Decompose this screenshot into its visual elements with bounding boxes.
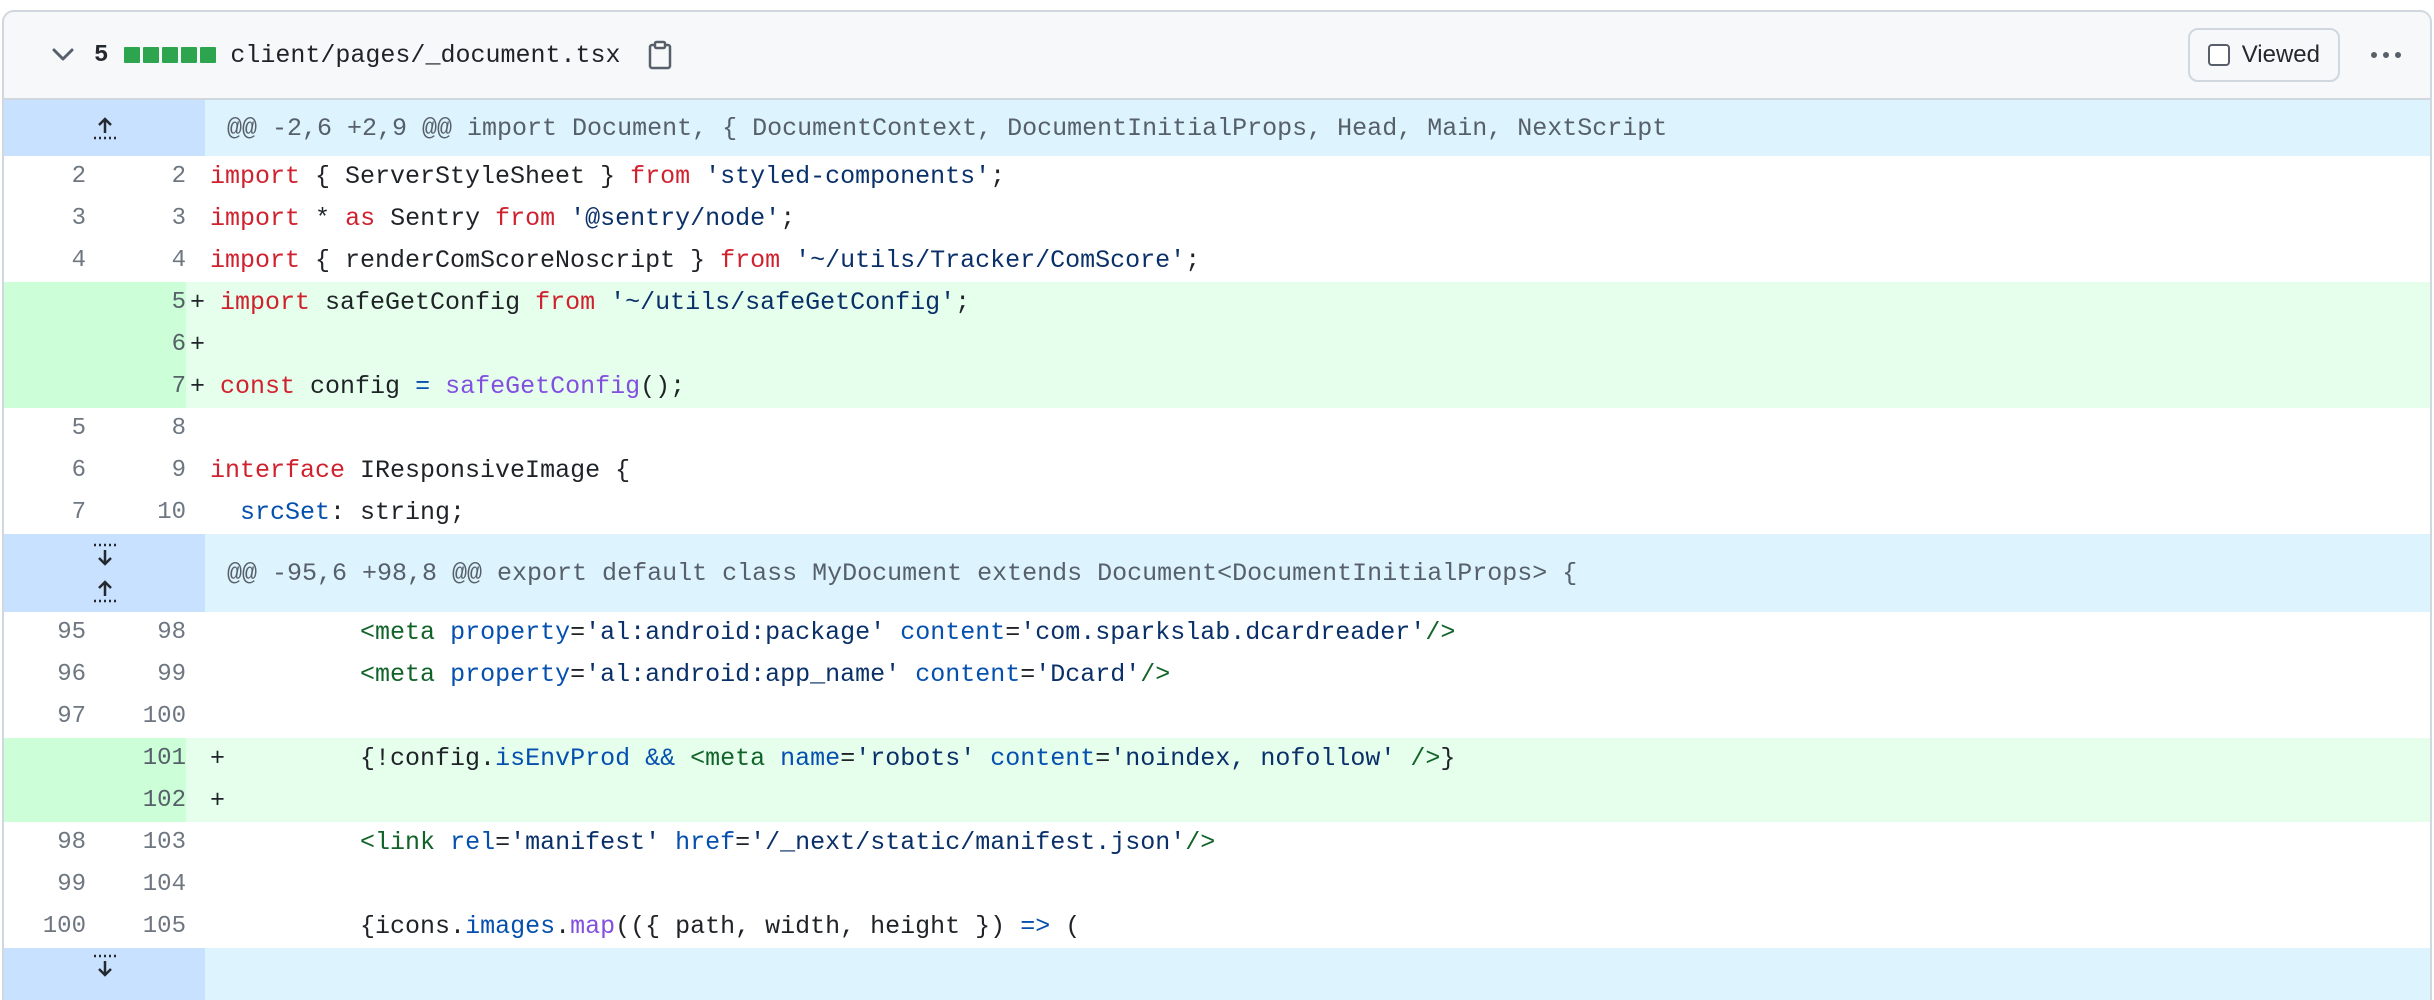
diff-line-added: 5 + import safeGetConfig from '~/utils/s…: [4, 282, 2430, 324]
code-line: import { renderComScoreNoscript } from '…: [210, 246, 1201, 275]
code-line: <meta property='al:android:app_name' con…: [360, 660, 1171, 689]
diff-line: 3 3 import * as Sentry from '@sentry/nod…: [4, 198, 2430, 240]
file-header: 5 client/pages/_document.tsx Viewed: [4, 12, 2430, 100]
diff-line-added: 6 +: [4, 324, 2430, 366]
new-line-number[interactable]: 102: [86, 780, 186, 822]
old-line-number[interactable]: 7: [4, 492, 86, 534]
old-line-number[interactable]: 6: [4, 450, 86, 492]
old-line-number[interactable]: 97: [4, 696, 86, 738]
new-line-number[interactable]: 7: [86, 366, 186, 408]
code-line: +: [190, 330, 206, 359]
code-line: + {!config.isEnvProd && <meta name='robo…: [210, 744, 1456, 773]
hunk-footer-text: [205, 948, 2430, 1000]
diff-file: 5 client/pages/_document.tsx Viewed @@ -…: [2, 10, 2432, 1000]
diff-line: 95 98 <meta property='al:android:package…: [4, 612, 2430, 654]
code-line: +: [210, 786, 226, 815]
new-line-number[interactable]: 101: [86, 738, 186, 780]
expand-up-icon[interactable]: [75, 573, 135, 609]
old-line-number[interactable]: 99: [4, 864, 86, 906]
old-line-number[interactable]: 98: [4, 822, 86, 864]
old-line-number[interactable]: [4, 738, 86, 780]
new-line-number[interactable]: 98: [86, 612, 186, 654]
old-line-number[interactable]: 3: [4, 198, 86, 240]
new-line-number[interactable]: 9: [86, 450, 186, 492]
hunk-header: @@ -95,6 +98,8 @@ export default class M…: [4, 534, 2430, 612]
kebab-icon[interactable]: [2366, 40, 2406, 70]
hunk-footer: [4, 948, 2430, 1000]
new-line-number[interactable]: 3: [86, 198, 186, 240]
old-line-number[interactable]: 2: [4, 156, 86, 198]
diffstat-block: [124, 47, 141, 63]
diffstat-block: [200, 47, 217, 63]
new-line-number[interactable]: 10: [86, 492, 186, 534]
new-line-number[interactable]: 5: [86, 282, 186, 324]
code-line: <meta property='al:android:package' cont…: [360, 618, 1456, 647]
diff-line: 2 2 import { ServerStyleSheet } from 'st…: [4, 156, 2430, 198]
old-line-number[interactable]: [4, 324, 86, 366]
code-line: interface IResponsiveImage {: [210, 456, 631, 485]
old-line-number[interactable]: [4, 780, 86, 822]
expand-up-icon[interactable]: [75, 110, 135, 146]
hunk-header-text: @@ -95,6 +98,8 @@ export default class M…: [205, 534, 2430, 612]
new-line-number[interactable]: 103: [86, 822, 186, 864]
new-line-number[interactable]: 99: [86, 654, 186, 696]
expand-down-icon[interactable]: [75, 537, 135, 573]
code-line: import { ServerStyleSheet } from 'styled…: [210, 162, 1006, 191]
diff-line: 6 9 interface IResponsiveImage {: [4, 450, 2430, 492]
old-line-number[interactable]: [4, 366, 86, 408]
hunk-expander: [4, 948, 205, 1000]
old-line-number[interactable]: [4, 282, 86, 324]
diff-line-added: 101 + {!config.isEnvProd && <meta name='…: [4, 738, 2430, 780]
diff-line: 99 104: [4, 864, 2430, 906]
diffstat-block: [143, 47, 160, 63]
old-line-number[interactable]: 4: [4, 240, 86, 282]
new-line-number[interactable]: 104: [86, 864, 186, 906]
new-line-number[interactable]: 4: [86, 240, 186, 282]
diffstat-count: 5: [94, 41, 109, 69]
old-line-number[interactable]: 95: [4, 612, 86, 654]
clipboard-icon[interactable]: [646, 40, 674, 70]
viewed-toggle[interactable]: Viewed: [2187, 28, 2340, 82]
code-line: {icons.images.map(({ path, width, height…: [360, 912, 1081, 941]
diff-line: 98 103 <link rel='manifest' href='/_next…: [4, 822, 2430, 864]
hunk-expander: [4, 534, 205, 612]
diffstat-block: [181, 47, 198, 63]
hunk-header: @@ -2,6 +2,9 @@ import Document, { Docum…: [4, 100, 2430, 156]
old-line-number[interactable]: 96: [4, 654, 86, 696]
file-path[interactable]: client/pages/_document.tsx: [230, 41, 620, 70]
diff-line: 96 99 <meta property='al:android:app_nam…: [4, 654, 2430, 696]
new-line-number[interactable]: 105: [86, 906, 186, 948]
diff-line: 97 100: [4, 696, 2430, 738]
diff-line: 5 8: [4, 408, 2430, 450]
diff-line: 4 4 import { renderComScoreNoscript } fr…: [4, 240, 2430, 282]
code-line: import * as Sentry from '@sentry/node';: [210, 204, 796, 233]
code-line: + const config = safeGetConfig();: [190, 372, 686, 401]
chevron-down-icon[interactable]: [52, 44, 74, 66]
diff-line-added: 102 +: [4, 780, 2430, 822]
new-line-number[interactable]: 8: [86, 408, 186, 450]
diffstat-block: [162, 47, 179, 63]
code-line: + import safeGetConfig from '~/utils/saf…: [190, 288, 971, 317]
code-line: srcSet: string;: [240, 498, 466, 527]
checkbox-icon[interactable]: [2207, 44, 2230, 66]
diffstat-blocks: [124, 47, 217, 63]
new-line-number[interactable]: 2: [86, 156, 186, 198]
code-line: <link rel='manifest' href='/_next/static…: [360, 828, 1216, 857]
new-line-number[interactable]: 100: [86, 696, 186, 738]
diff-line: 7 10 srcSet: string;: [4, 492, 2430, 534]
viewed-label: Viewed: [2241, 41, 2320, 68]
expand-down-icon[interactable]: [75, 948, 135, 984]
new-line-number[interactable]: 6: [86, 324, 186, 366]
old-line-number[interactable]: 5: [4, 408, 86, 450]
diff-line: 100 105 {icons.images.map(({ path, width…: [4, 906, 2430, 948]
old-line-number[interactable]: 100: [4, 906, 86, 948]
diff-line-added: 7 + const config = safeGetConfig();: [4, 366, 2430, 408]
hunk-expander: [4, 100, 205, 156]
hunk-header-text: @@ -2,6 +2,9 @@ import Document, { Docum…: [205, 100, 2430, 156]
